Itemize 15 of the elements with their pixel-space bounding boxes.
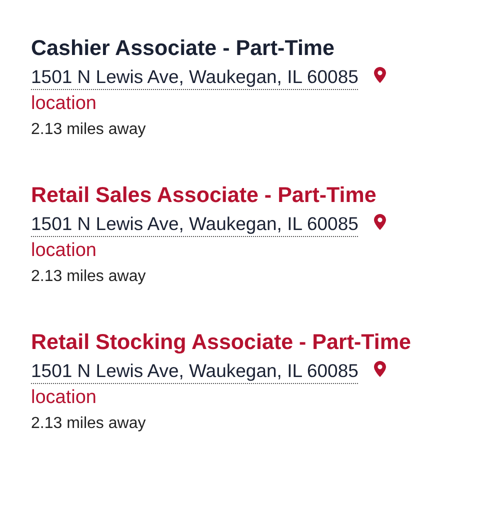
address-text: 1501 N Lewis Ave, Waukegan, IL 60085 xyxy=(31,359,358,384)
distance-text: 2.13 miles away xyxy=(31,267,146,287)
location-label: location xyxy=(31,239,96,263)
job-title-link[interactable]: Cashier Associate - Part-Time xyxy=(31,34,335,62)
map-pin-icon[interactable] xyxy=(374,360,386,376)
job-title-link[interactable]: Retail Sales Associate - Part-Time xyxy=(31,181,376,209)
address-text: 1501 N Lewis Ave, Waukegan, IL 60085 xyxy=(31,65,358,90)
map-pin-icon[interactable] xyxy=(374,66,386,82)
distance-text: 2.13 miles away xyxy=(31,120,146,140)
location-label: location xyxy=(31,92,96,116)
distance-text: 2.13 miles away xyxy=(31,414,146,434)
job-title-link[interactable]: Retail Stocking Associate - Part-Time xyxy=(31,328,411,356)
address-text: 1501 N Lewis Ave, Waukegan, IL 60085 xyxy=(31,212,358,237)
map-pin-icon[interactable] xyxy=(374,214,386,230)
location-label: location xyxy=(31,386,96,410)
